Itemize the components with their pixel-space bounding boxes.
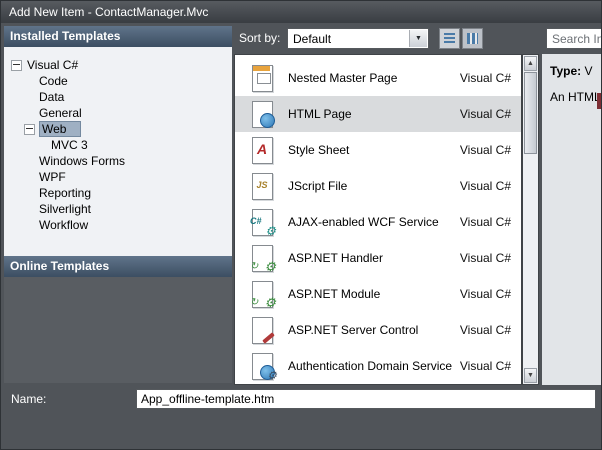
tree-item-label: MVC 3 xyxy=(51,138,88,152)
installed-templates-header[interactable]: Installed Templates xyxy=(4,26,232,47)
template-language: Visual C# xyxy=(460,215,511,229)
preview-template-icon xyxy=(597,93,602,109)
tree-item-label: Data xyxy=(39,90,64,104)
list-scrollbar[interactable] xyxy=(522,54,539,385)
tree-item-code[interactable]: Code xyxy=(4,73,232,89)
template-name: Nested Master Page xyxy=(276,71,460,85)
scrollbar-thumb[interactable] xyxy=(524,72,537,154)
scroll-up-icon[interactable] xyxy=(524,56,537,71)
aspnet-handler-icon xyxy=(248,243,276,273)
tree-item-windows-forms[interactable]: Windows Forms xyxy=(4,153,232,169)
online-templates-header[interactable]: Online Templates xyxy=(4,256,232,277)
tree-item-label-selected: Web xyxy=(40,122,80,136)
ajax-wcf-service-icon: C# xyxy=(248,207,276,237)
online-templates-label: Online Templates xyxy=(10,259,109,273)
tree-item-data[interactable]: Data xyxy=(4,89,232,105)
sidebar-filler xyxy=(4,277,232,383)
template-name: Authentication Domain Service xyxy=(276,359,460,373)
template-language: Visual C# xyxy=(460,251,511,265)
templates-tree: Visual C# Code Data General Web MVC 3 Wi… xyxy=(4,47,232,256)
sort-by-label: Sort by: xyxy=(239,31,280,45)
template-item-style-sheet[interactable]: A Style Sheet Visual C# xyxy=(235,132,521,168)
scroll-down-icon[interactable] xyxy=(524,368,537,383)
sort-by-dropdown[interactable]: Default xyxy=(287,28,429,49)
tree-item-reporting[interactable]: Reporting xyxy=(4,185,232,201)
template-name: JScript File xyxy=(276,179,460,193)
auth-domain-service-icon xyxy=(248,351,276,381)
tree-item-web[interactable]: Web xyxy=(4,121,232,137)
tree-item-label: Silverlight xyxy=(39,202,91,216)
collapse-minus-icon[interactable] xyxy=(24,124,35,135)
template-item-html-page[interactable]: HTML Page Visual C# xyxy=(235,96,521,132)
tree-item-wpf[interactable]: WPF xyxy=(4,169,232,185)
small-icons-view-icon xyxy=(444,33,455,44)
medium-icons-view-icon xyxy=(467,33,478,44)
aspnet-module-icon xyxy=(248,279,276,309)
medium-icons-view-button[interactable] xyxy=(462,28,483,49)
jscript-file-icon: JS xyxy=(248,171,276,201)
window-title: Add New Item - ContactManager.Mvc xyxy=(9,5,208,19)
tree-item-label: Code xyxy=(39,74,68,88)
template-language: Visual C# xyxy=(460,179,511,193)
template-name: ASP.NET Module xyxy=(276,287,460,301)
sort-by-value: Default xyxy=(293,32,331,46)
template-language: Visual C# xyxy=(460,287,511,301)
template-list: Nested Master Page Visual C# HTML Page V… xyxy=(234,54,522,385)
installed-templates-label: Installed Templates xyxy=(10,29,120,43)
template-language: Visual C# xyxy=(460,323,511,337)
tree-item-label: Visual C# xyxy=(27,58,78,72)
template-language: Visual C# xyxy=(460,71,511,85)
name-input[interactable] xyxy=(136,389,596,409)
html-page-icon xyxy=(248,99,276,129)
tree-item-general[interactable]: General xyxy=(4,105,232,121)
template-item-aspnet-module[interactable]: ASP.NET Module Visual C# xyxy=(235,276,521,312)
template-name: ASP.NET Handler xyxy=(276,251,460,265)
style-sheet-icon: A xyxy=(248,135,276,165)
tree-item-visual-csharp[interactable]: Visual C# xyxy=(4,57,232,73)
preview-type-line: Type: V xyxy=(550,64,602,78)
nested-master-page-icon xyxy=(248,63,276,93)
collapse-minus-icon[interactable] xyxy=(11,60,22,71)
aspnet-server-control-icon xyxy=(248,315,276,345)
template-preview-panel: Type: V An HTML xyxy=(542,54,602,385)
template-item-aspnet-server-control[interactable]: ASP.NET Server Control Visual C# xyxy=(235,312,521,348)
template-language: Visual C# xyxy=(460,143,511,157)
dropdown-arrow-icon[interactable] xyxy=(409,30,427,47)
type-value: V xyxy=(584,64,592,78)
tree-item-mvc-3[interactable]: MVC 3 xyxy=(4,137,232,153)
template-item-jscript-file[interactable]: JS JScript File Visual C# xyxy=(235,168,521,204)
template-language: Visual C# xyxy=(460,107,511,121)
search-input[interactable] xyxy=(546,28,602,49)
small-icons-view-button[interactable] xyxy=(439,28,460,49)
tree-item-label: Workflow xyxy=(39,218,88,232)
tree-item-label: Reporting xyxy=(39,186,91,200)
template-name: HTML Page xyxy=(276,107,460,121)
name-label: Name: xyxy=(11,392,46,406)
template-description: An HTML xyxy=(550,90,602,104)
add-new-item-dialog: Add New Item - ContactManager.Mvc Instal… xyxy=(0,0,602,450)
tree-item-workflow[interactable]: Workflow xyxy=(4,217,232,233)
titlebar[interactable]: Add New Item - ContactManager.Mvc xyxy=(1,1,601,23)
template-name: ASP.NET Server Control xyxy=(276,323,460,337)
template-item-nested-master-page[interactable]: Nested Master Page Visual C# xyxy=(235,60,521,96)
templates-sidebar: Installed Templates Visual C# Code Data … xyxy=(4,26,232,383)
tree-item-silverlight[interactable]: Silverlight xyxy=(4,201,232,217)
tree-item-label: General xyxy=(39,106,82,120)
tree-item-label: WPF xyxy=(39,170,66,184)
template-item-ajax-wcf-service[interactable]: C# AJAX-enabled WCF Service Visual C# xyxy=(235,204,521,240)
tree-item-label: Windows Forms xyxy=(39,154,125,168)
template-item-auth-domain-service[interactable]: Authentication Domain Service Visual C# xyxy=(235,348,521,384)
template-item-aspnet-handler[interactable]: ASP.NET Handler Visual C# xyxy=(235,240,521,276)
template-name: Style Sheet xyxy=(276,143,460,157)
type-label: Type: xyxy=(550,64,581,78)
template-name: AJAX-enabled WCF Service xyxy=(276,215,460,229)
template-language: Visual C# xyxy=(460,359,511,373)
